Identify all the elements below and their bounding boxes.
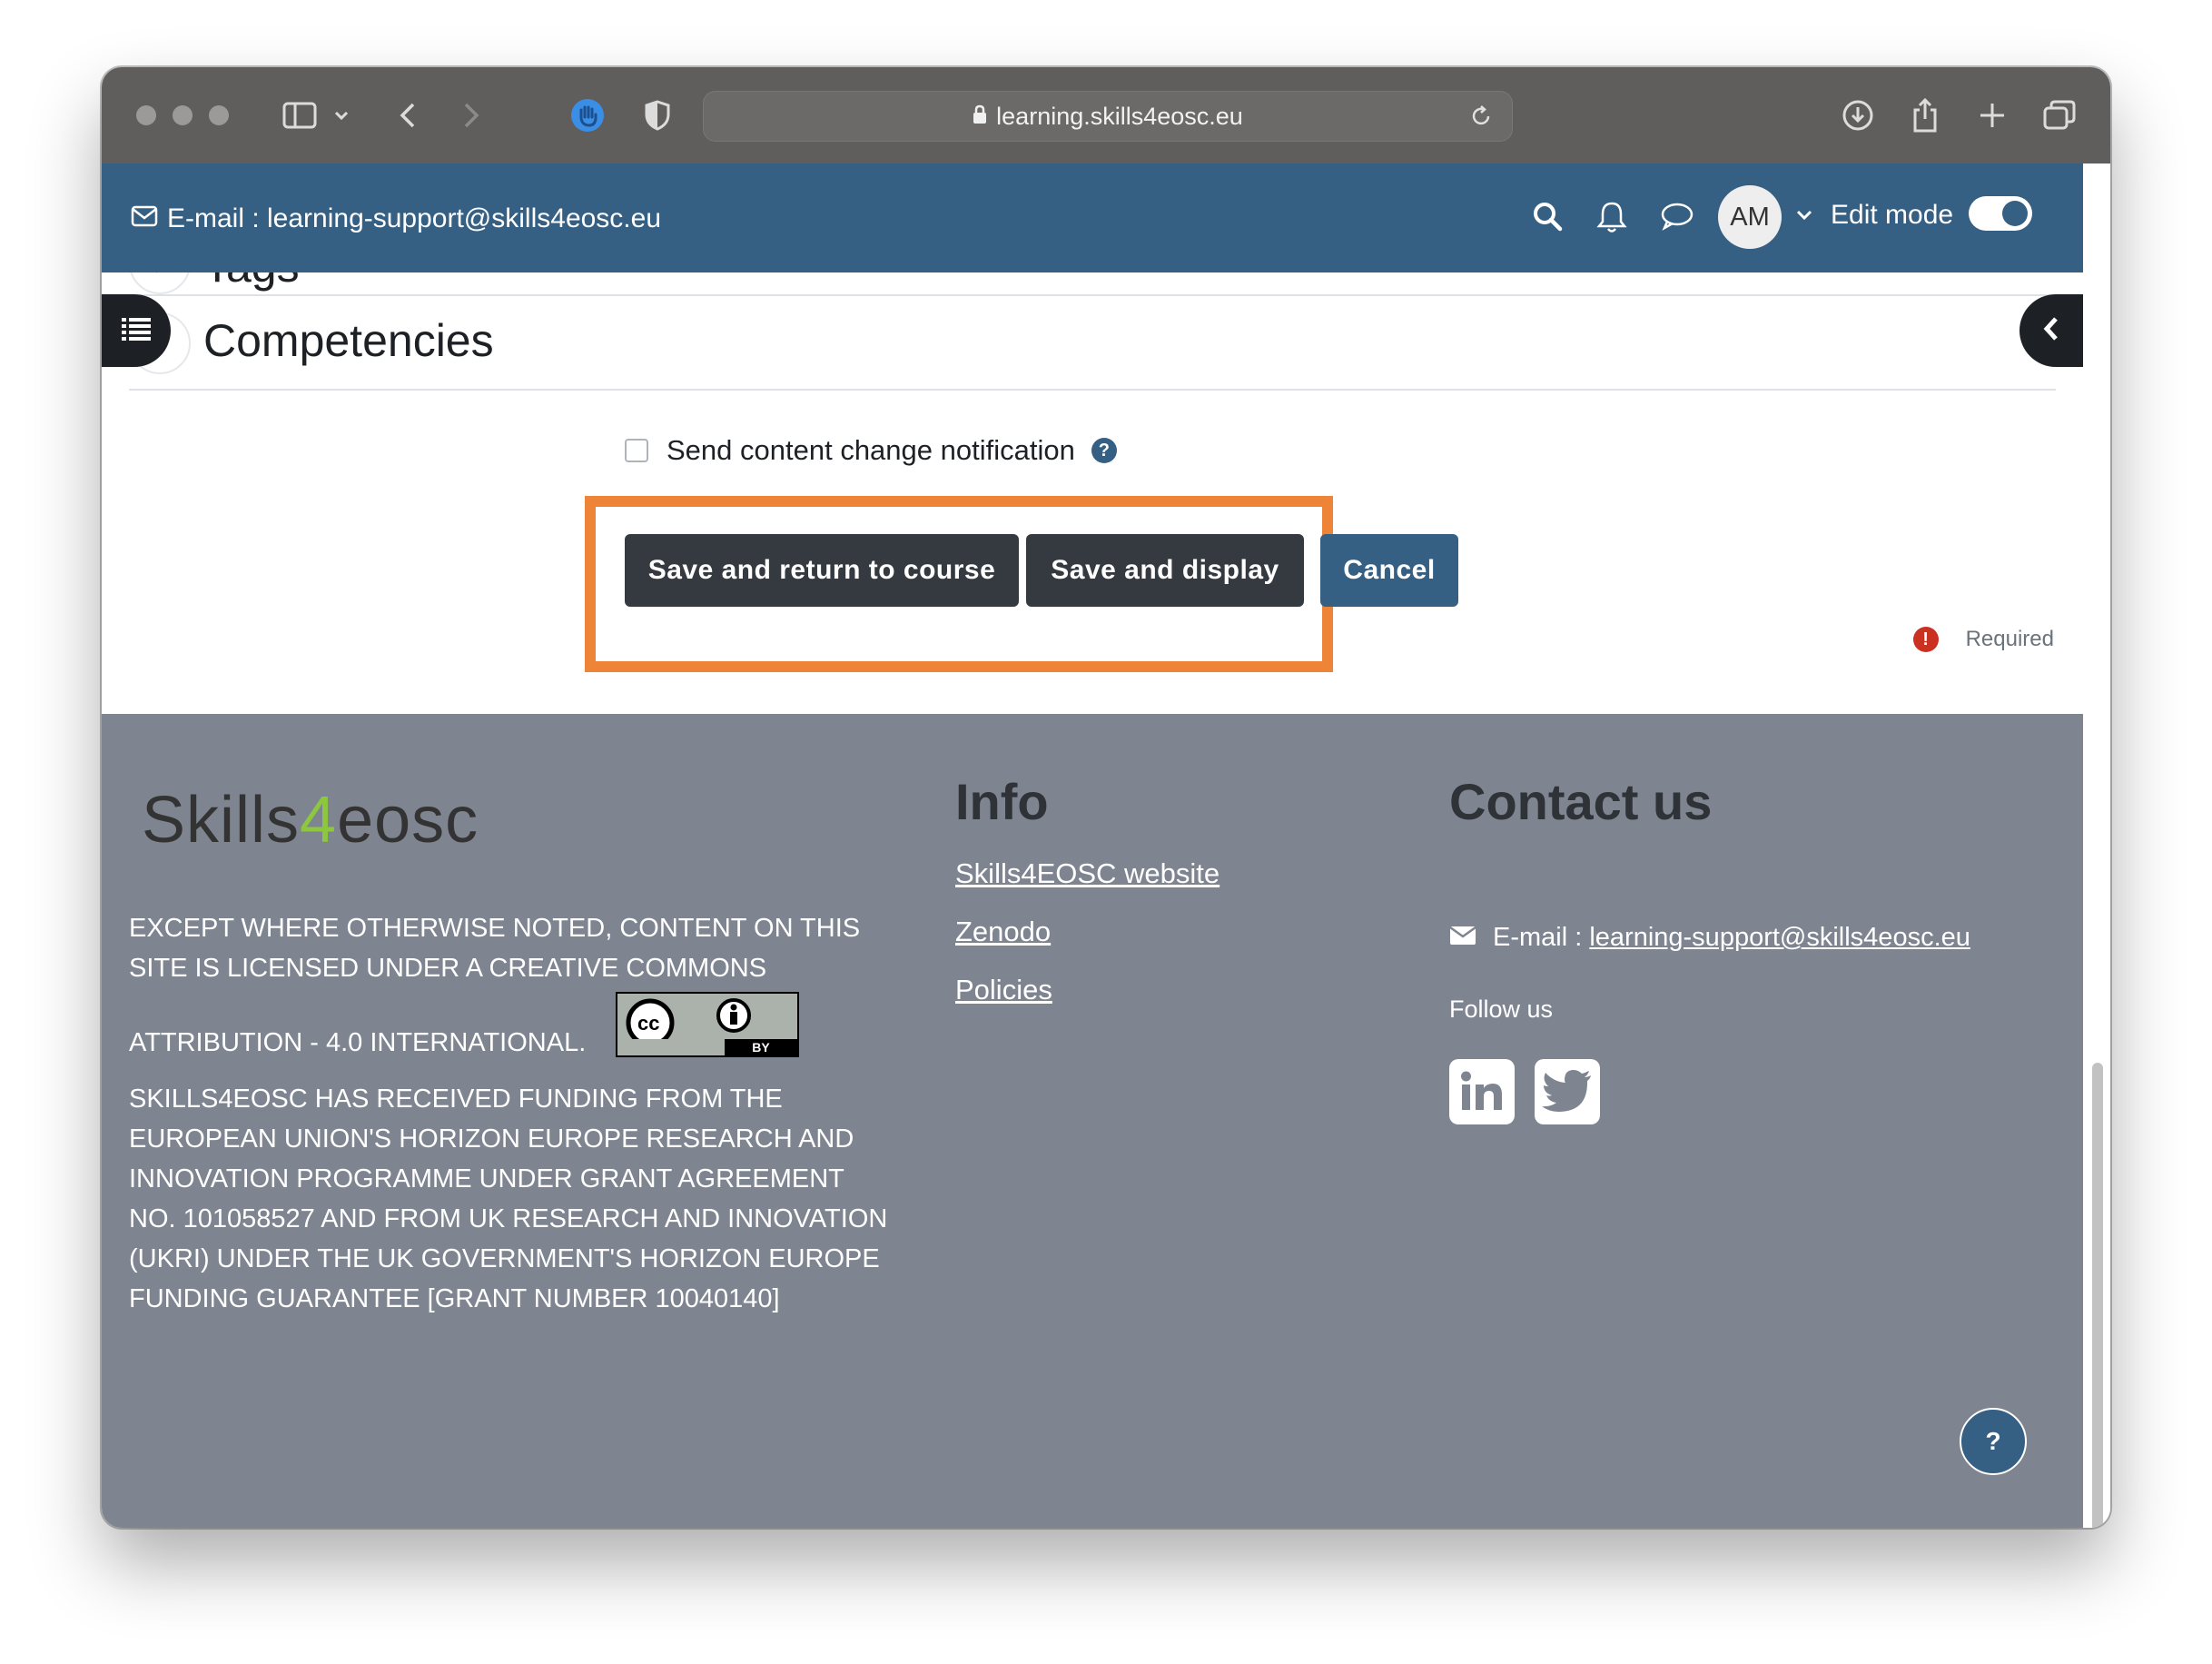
competencies-section-header[interactable]: Competencies bbox=[203, 314, 494, 367]
page-scrollbar[interactable] bbox=[2083, 163, 2110, 1528]
address-bar[interactable]: learning.skills4eosc.eu bbox=[703, 91, 1513, 142]
policies-link[interactable]: Policies bbox=[955, 974, 1052, 1006]
save-and-return-button[interactable]: Save and return to course bbox=[625, 534, 1019, 607]
block-drawer-toggle[interactable] bbox=[2019, 294, 2083, 367]
messages-icon[interactable] bbox=[1660, 200, 1694, 235]
skills4eosc-website-link[interactable]: Skills4EOSC website bbox=[955, 857, 1220, 890]
back-icon[interactable] bbox=[394, 93, 421, 138]
tags-section-chevron-icon[interactable] bbox=[129, 272, 191, 294]
privacy-extension-icon[interactable] bbox=[568, 93, 607, 138]
user-avatar[interactable]: AM bbox=[1718, 185, 1782, 249]
required-label: Required bbox=[1965, 627, 2054, 651]
twitter-icon[interactable] bbox=[1535, 1059, 1600, 1124]
notification-checkbox[interactable] bbox=[625, 439, 648, 462]
share-icon[interactable] bbox=[1907, 93, 1943, 138]
help-icon[interactable]: ? bbox=[1091, 438, 1117, 463]
zoom-window-button[interactable] bbox=[209, 105, 229, 125]
search-icon[interactable] bbox=[1531, 200, 1564, 237]
downloads-icon[interactable] bbox=[1840, 93, 1876, 138]
required-legend: ! Required bbox=[1912, 627, 2054, 652]
cc-icon: cc bbox=[637, 1012, 659, 1035]
by-label: BY bbox=[725, 1039, 797, 1055]
new-tab-icon[interactable] bbox=[1974, 93, 2010, 138]
sidebar-toggle-icon[interactable] bbox=[280, 93, 320, 138]
scrollbar-thumb[interactable] bbox=[2092, 1063, 2103, 1528]
main-content: Tags Competencies Send content change no… bbox=[102, 272, 2083, 714]
reload-icon[interactable] bbox=[1469, 104, 1493, 135]
edit-mode-label: Edit mode bbox=[1831, 200, 1954, 230]
close-window-button[interactable] bbox=[136, 105, 156, 125]
url-text: learning.skills4eosc.eu bbox=[996, 102, 1243, 130]
email-prefix: E-mail : bbox=[1493, 923, 1590, 952]
follow-us-label: Follow us bbox=[1449, 995, 1554, 1023]
navbar-email-text: E-mail : learning-support@skills4eosc.eu bbox=[167, 203, 662, 233]
envelope-icon bbox=[131, 203, 158, 234]
notifications-bell-icon[interactable] bbox=[1596, 200, 1627, 239]
browser-window: learning.skills4eosc.eu E-mail : learnin… bbox=[102, 67, 2110, 1528]
help-button[interactable]: ? bbox=[1960, 1408, 2027, 1475]
linkedin-icon[interactable] bbox=[1449, 1059, 1515, 1124]
required-icon: ! bbox=[1912, 627, 1939, 652]
zenodo-link[interactable]: Zenodo bbox=[955, 916, 1051, 948]
license-text: EXCEPT WHERE OTHERWISE NOTED, CONTENT ON… bbox=[129, 914, 861, 983]
info-title: Info bbox=[955, 773, 1049, 830]
save-and-display-button[interactable]: Save and display bbox=[1026, 534, 1304, 607]
forward-icon[interactable] bbox=[458, 93, 485, 138]
minimize-window-button[interactable] bbox=[173, 105, 193, 125]
user-menu-chevron-icon[interactable] bbox=[1796, 209, 1812, 225]
footer-email-link[interactable]: learning-support@skills4eosc.eu bbox=[1589, 923, 1970, 952]
cancel-button[interactable]: Cancel bbox=[1320, 534, 1458, 607]
tags-section-header[interactable]: Tags bbox=[203, 272, 300, 292]
license-text-attribution: ATTRIBUTION - 4.0 INTERNATIONAL. bbox=[129, 1028, 587, 1057]
chevron-left-icon bbox=[2042, 316, 2060, 346]
funding-text: SKILLS4EOSC HAS RECEIVED FUNDING FROM TH… bbox=[129, 1085, 888, 1313]
envelope-icon bbox=[1449, 923, 1476, 953]
cc-by-badge[interactable]: cc BY bbox=[616, 992, 799, 1057]
content-change-notification: Send content change notification ? bbox=[625, 434, 1117, 467]
tab-overview-icon[interactable] bbox=[2041, 93, 2078, 138]
notification-label: Send content change notification bbox=[667, 434, 1075, 466]
navbar-contact-email[interactable]: E-mail : learning-support@skills4eosc.eu bbox=[131, 203, 661, 234]
footer-contact-email: E-mail : learning-support@skills4eosc.eu bbox=[1449, 923, 1970, 953]
lock-icon bbox=[973, 103, 987, 131]
contact-us-title: Contact us bbox=[1449, 773, 1713, 830]
browser-toolbar: learning.skills4eosc.eu bbox=[102, 67, 2110, 163]
site-footer: Skills4eosc EXCEPT WHERE OTHERWISE NOTED… bbox=[102, 714, 2083, 1528]
shield-icon[interactable] bbox=[641, 93, 674, 138]
edit-mode-toggle[interactable] bbox=[1969, 196, 2032, 231]
skills4eosc-logo: Skills4eosc bbox=[142, 784, 479, 857]
tab-group-chevron-icon[interactable] bbox=[332, 93, 351, 138]
site-navbar: E-mail : learning-support@skills4eosc.eu… bbox=[102, 163, 2083, 272]
list-icon bbox=[122, 317, 151, 345]
